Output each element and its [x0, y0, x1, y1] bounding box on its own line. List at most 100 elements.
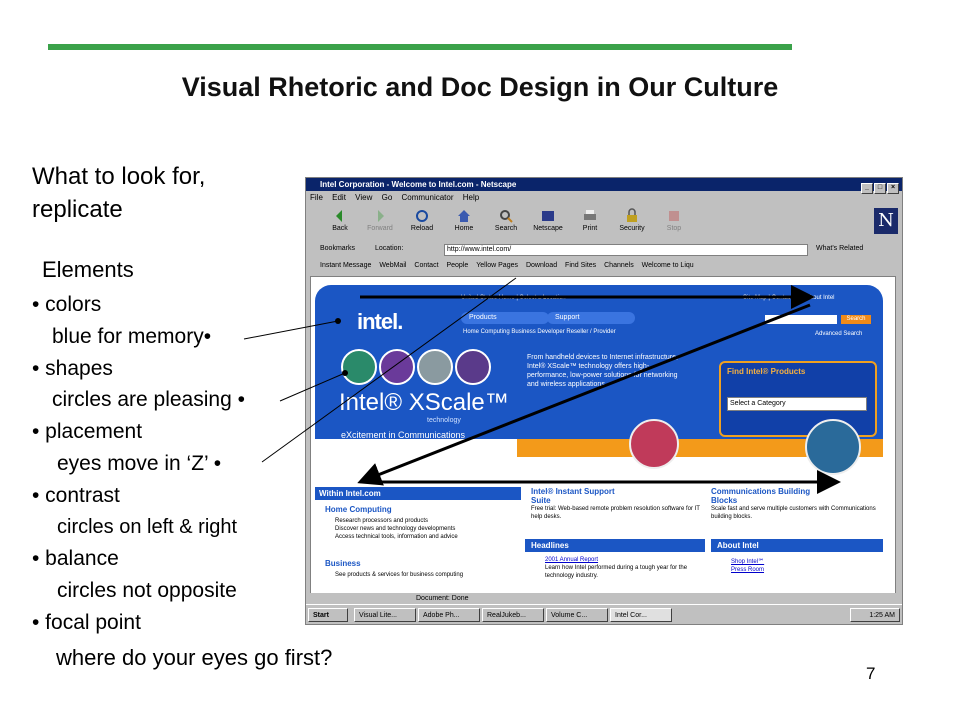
- intel-logo[interactable]: intel.: [357, 309, 403, 335]
- intro-line-2: replicate: [32, 196, 123, 223]
- xscale-title: Intel® XScale™: [339, 389, 509, 416]
- bullet-placement-detail: eyes move in ‘Z’ •: [57, 451, 222, 475]
- browser-titlebar: Intel Corporation - Welcome to Intel.com…: [306, 178, 902, 194]
- task-realjukebox[interactable]: RealJukeb...: [482, 608, 544, 622]
- within-intel-heading: Within Intel.com: [315, 487, 521, 500]
- bullet-placement: • placement: [32, 420, 143, 444]
- home-item-2[interactable]: Discover news and technology development…: [335, 525, 458, 533]
- headline-title[interactable]: 2001 Annual Report: [545, 556, 705, 564]
- browser-title: Intel Corporation - Welcome to Intel.com…: [320, 180, 517, 189]
- product-circle-3[interactable]: [417, 349, 453, 385]
- advanced-search-link[interactable]: Advanced Search: [815, 331, 862, 337]
- task-volume[interactable]: Volume C...: [546, 608, 608, 622]
- link-channels[interactable]: Channels: [604, 262, 634, 269]
- business-heading[interactable]: Business: [325, 559, 361, 568]
- home-item-3[interactable]: Access technical tools, information and …: [335, 533, 458, 541]
- menu-help[interactable]: Help: [463, 193, 479, 202]
- hero-description: From handheld devices to Internet infras…: [527, 354, 678, 388]
- print-button[interactable]: Print: [570, 206, 610, 232]
- instant-support-text: Free trial: Web-based remote problem res…: [531, 506, 700, 520]
- forward-button[interactable]: Forward: [360, 206, 400, 232]
- menu-communicator[interactable]: Communicator: [402, 193, 454, 202]
- find-products-title: Find Intel® Products: [727, 367, 806, 376]
- link-find-sites[interactable]: Find Sites: [565, 262, 596, 269]
- bookmarks-button[interactable]: Bookmarks: [320, 245, 355, 252]
- menu-edit[interactable]: Edit: [332, 193, 346, 202]
- intro-line-1: What to look for,: [32, 163, 206, 190]
- xscale-technology: technology: [427, 417, 461, 424]
- task-visual-lite[interactable]: Visual Lite...: [354, 608, 416, 622]
- netscape-icon: [542, 211, 554, 221]
- product-circle-1[interactable]: [341, 349, 377, 385]
- slide-title: Visual Rhetoric and Doc Design in Our Cu…: [181, 72, 779, 102]
- instant-support-block: Intel® Instant Support Suite Free trial:…: [531, 487, 701, 521]
- bullet-balance: • balance: [32, 547, 119, 571]
- stop-button[interactable]: Stop: [654, 206, 694, 232]
- start-button[interactable]: Start: [308, 608, 348, 622]
- comm-building-title[interactable]: Communications Building Blocks: [711, 487, 811, 505]
- reload-icon: [416, 210, 428, 222]
- page-number: 7: [866, 664, 876, 683]
- headline-text: Learn how Intel performed during a tough…: [545, 565, 688, 579]
- windows-taskbar: Start Visual Lite... Adobe Ph... RealJuk…: [306, 604, 902, 624]
- feature-circle-left[interactable]: [629, 419, 679, 469]
- site-search-input[interactable]: [765, 315, 837, 324]
- home-button[interactable]: Home: [444, 206, 484, 232]
- headline-item: 2001 Annual Report Learn how Intel perfo…: [525, 552, 705, 580]
- product-circle-4[interactable]: [455, 349, 491, 385]
- link-contact[interactable]: Contact: [414, 262, 438, 269]
- task-intel-corp[interactable]: Intel Cor...: [610, 608, 672, 622]
- focal-question: where do your eyes go first?: [56, 645, 333, 670]
- netscape-button[interactable]: Netscape: [528, 206, 568, 232]
- back-button[interactable]: Back: [320, 206, 360, 232]
- back-icon: [336, 210, 342, 222]
- sub-navigation[interactable]: Home Computing Business Developer Resell…: [463, 329, 616, 335]
- about-item-press[interactable]: Press Room: [731, 566, 883, 574]
- top-links[interactable]: United States Home | Select a Location: [461, 295, 566, 301]
- url-input[interactable]: http://www.intel.com/: [444, 244, 808, 256]
- menu-view[interactable]: View: [355, 193, 372, 202]
- site-search-button[interactable]: Search: [841, 315, 871, 324]
- home-icon: [458, 210, 470, 222]
- link-instant-message[interactable]: Instant Message: [320, 262, 371, 269]
- browser-screenshot: Intel Corporation - Welcome to Intel.com…: [305, 177, 903, 625]
- search-button[interactable]: Search: [486, 206, 526, 232]
- menu-file[interactable]: File: [310, 193, 323, 202]
- link-webmail[interactable]: WebMail: [379, 262, 406, 269]
- status-text: Document: Done: [416, 595, 469, 602]
- menu-bar: File Edit View Go Communicator Help: [306, 192, 902, 204]
- home-computing-list: Research processors and products Discove…: [335, 517, 458, 541]
- bullet-colors-detail: blue for memory•: [52, 324, 212, 348]
- task-adobe[interactable]: Adobe Ph...: [418, 608, 480, 622]
- bullet-colors: • colors: [32, 293, 102, 316]
- security-button[interactable]: Security: [612, 206, 652, 232]
- bullet-shapes-detail: circles are pleasing •: [52, 388, 245, 412]
- tab-products[interactable]: Products: [461, 312, 549, 324]
- intro-text: What to look for, replicate: [32, 160, 205, 226]
- home-computing-heading[interactable]: Home Computing: [325, 505, 392, 514]
- link-welcome[interactable]: Welcome to Liqu: [642, 262, 694, 269]
- within-intel-panel: Within Intel.com Home Computing Research…: [315, 487, 521, 597]
- link-people[interactable]: People: [446, 262, 468, 269]
- whats-related-button[interactable]: What's Related: [816, 242, 863, 256]
- about-intel-list: Shop Intel℠ Press Room: [711, 552, 883, 574]
- bullet-contrast-detail: circles on left & right: [57, 515, 238, 538]
- feature-circle-right[interactable]: [805, 419, 861, 475]
- stop-icon: [669, 211, 679, 221]
- headlines-heading: Headlines: [525, 539, 705, 552]
- business-item[interactable]: See products & services for business com…: [335, 571, 463, 579]
- about-item-shop[interactable]: Shop Intel℠: [731, 558, 883, 566]
- top-links-right[interactable]: Site Map | Contact Us | About Intel: [743, 295, 835, 301]
- link-yellow-pages[interactable]: Yellow Pages: [476, 262, 518, 269]
- reload-button[interactable]: Reload: [402, 206, 442, 232]
- product-circle-2[interactable]: [379, 349, 415, 385]
- tab-support[interactable]: Support: [547, 312, 635, 324]
- instant-support-title[interactable]: Intel® Instant Support Suite: [531, 487, 621, 505]
- lock-icon: [627, 208, 637, 222]
- location-label: Location:: [374, 245, 404, 252]
- link-download[interactable]: Download: [526, 262, 557, 269]
- category-select[interactable]: Select a Category: [727, 397, 867, 411]
- menu-go[interactable]: Go: [382, 193, 393, 202]
- home-item-1[interactable]: Research processors and products: [335, 517, 458, 525]
- about-intel-heading: About Intel: [711, 539, 883, 552]
